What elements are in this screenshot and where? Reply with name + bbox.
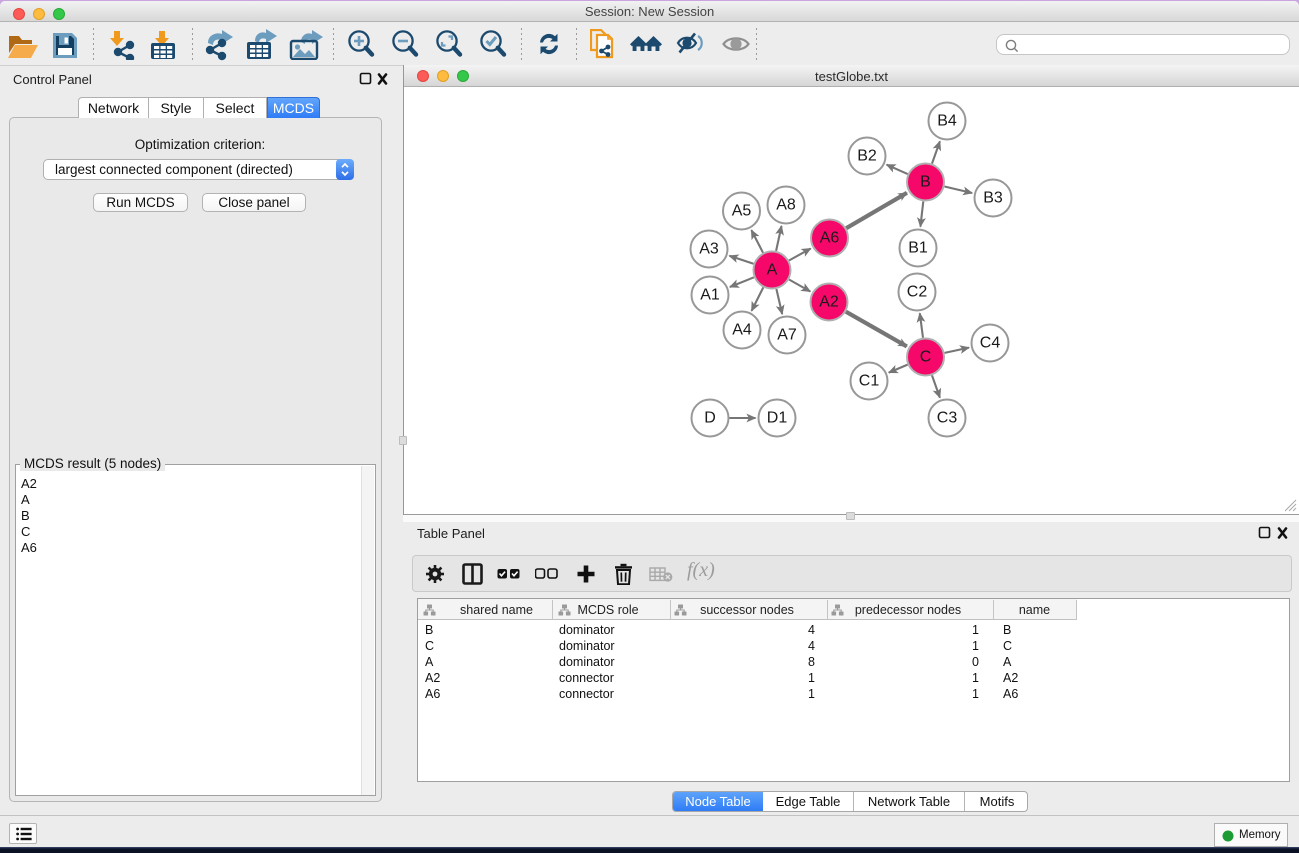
svg-text:B1: B1 — [908, 240, 928, 257]
svg-text:A7: A7 — [777, 327, 797, 344]
svg-text:D: D — [704, 410, 716, 427]
svg-text:A6: A6 — [820, 230, 840, 247]
svg-text:C3: C3 — [937, 410, 958, 427]
svg-text:A4: A4 — [732, 322, 752, 339]
svg-text:A8: A8 — [776, 197, 796, 214]
svg-text:B3: B3 — [983, 190, 1003, 207]
svg-text:B4: B4 — [937, 113, 957, 130]
svg-text:A5: A5 — [732, 203, 752, 220]
svg-text:A2: A2 — [819, 294, 839, 311]
svg-text:A1: A1 — [700, 287, 720, 304]
svg-text:B2: B2 — [857, 148, 877, 165]
svg-text:C: C — [920, 349, 932, 366]
svg-text:C1: C1 — [859, 373, 880, 390]
svg-text:C2: C2 — [907, 284, 928, 301]
svg-text:D1: D1 — [767, 410, 788, 427]
svg-text:A3: A3 — [699, 241, 719, 258]
svg-text:A: A — [767, 262, 778, 279]
svg-text:C4: C4 — [980, 335, 1001, 352]
svg-text:B: B — [920, 174, 931, 191]
